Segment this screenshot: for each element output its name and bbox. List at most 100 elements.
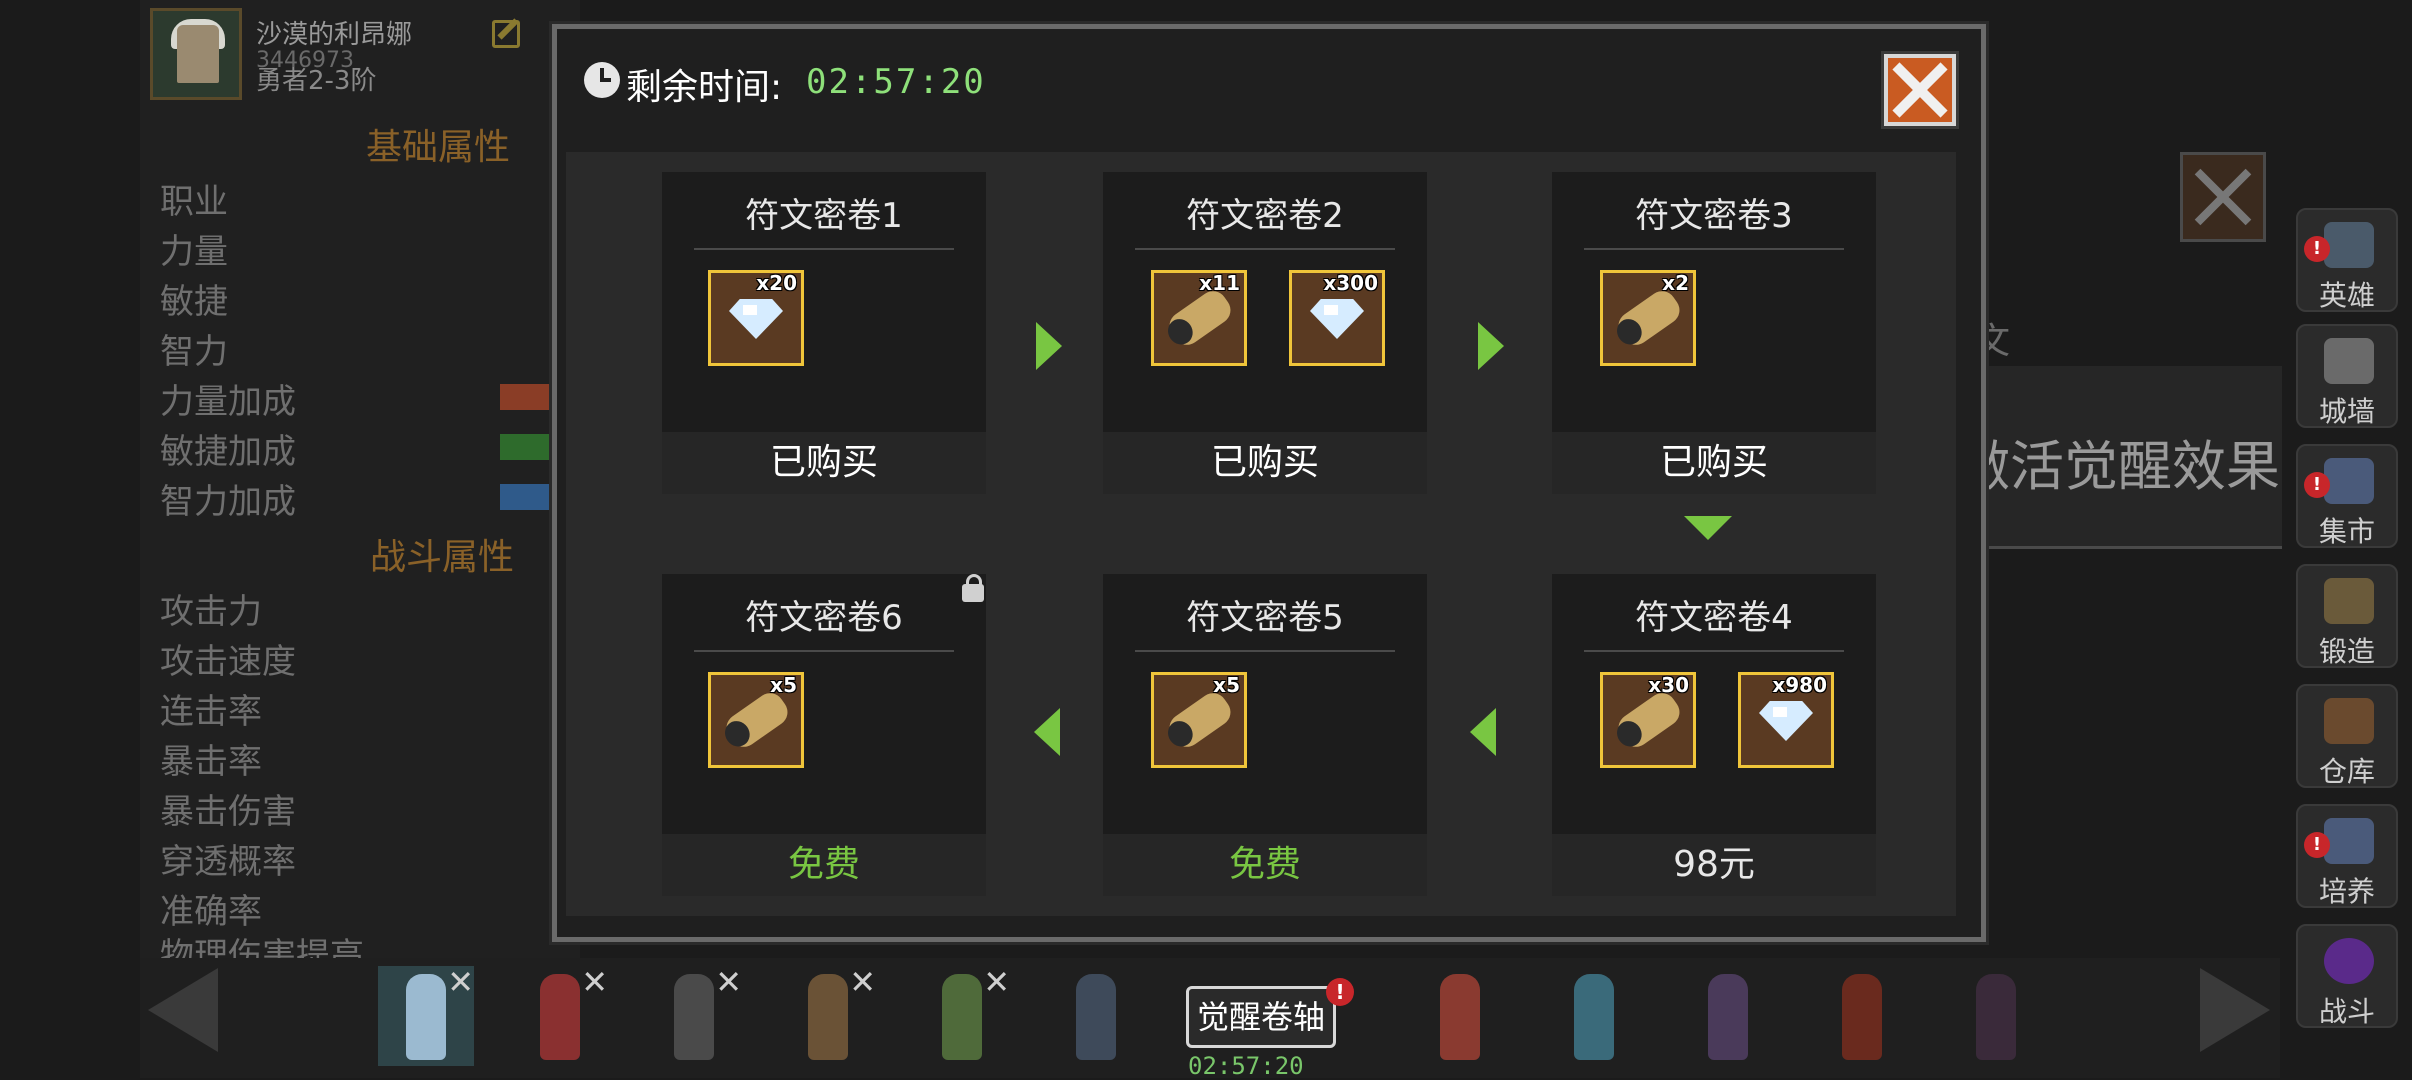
menu-label: 英雄 — [2318, 279, 2375, 312]
card-price[interactable]: 免费 — [662, 834, 986, 896]
card-status: 已购买 — [1552, 432, 1876, 494]
diamond-item[interactable]: x980 — [1738, 672, 1834, 768]
alert-badge: ! — [2304, 472, 2330, 498]
remove-hero-icon[interactable]: ✕ — [715, 966, 742, 998]
rune-scroll-card-5[interactable]: 符文密卷5 x5 免费 — [1103, 574, 1427, 896]
rune-scroll-card-2[interactable]: 符文密卷2 x11 x300 已购买 — [1103, 172, 1427, 494]
remaining-time-label: 剩余时间: — [626, 67, 783, 108]
hero-slot[interactable]: ✕ — [646, 966, 742, 1066]
diamond-item[interactable]: x300 — [1289, 270, 1385, 366]
scroll-item[interactable]: x11 — [1151, 270, 1247, 366]
diamond-item[interactable]: x20 — [708, 270, 804, 366]
scroll-item[interactable]: x5 — [1151, 672, 1247, 768]
hero-slot[interactable]: ✕ — [780, 966, 876, 1066]
hero-slot[interactable] — [1680, 966, 1776, 1066]
castle-wall-icon — [2324, 338, 2374, 384]
card-divider — [1135, 248, 1395, 250]
remove-hero-icon[interactable]: ✕ — [447, 966, 474, 998]
chevron-right-icon — [1036, 322, 1062, 370]
attr-label: 物理伤害提高 — [160, 936, 364, 958]
menu-label: 战斗 — [2318, 995, 2375, 1028]
hero-slot[interactable] — [1546, 966, 1642, 1066]
chevron-right-icon — [1478, 322, 1504, 370]
attr-label: 敏捷加成 — [160, 432, 296, 472]
next-page-arrow-icon[interactable] — [2200, 968, 2270, 1052]
prev-page-arrow-icon[interactable] — [148, 968, 218, 1052]
card-divider — [1584, 650, 1844, 652]
remaining-time-value: 02:57:20 — [806, 62, 986, 102]
item-quantity: x20 — [756, 271, 797, 295]
awaken-timer: 02:57:20 — [1188, 1052, 1304, 1080]
attr-label: 智力加成 — [160, 482, 296, 522]
combat-attributes-title: 战斗属性 — [370, 537, 515, 578]
trophy-cup-icon — [2324, 818, 2374, 864]
scroll-item[interactable]: x30 — [1600, 672, 1696, 768]
portal-vortex-icon — [2324, 938, 2374, 984]
hero-slot[interactable] — [1948, 966, 2044, 1066]
rune-scroll-card-4[interactable]: 符文密卷4 x30 x980 98元 — [1552, 574, 1876, 896]
menu-battle-button[interactable]: 战斗 — [2296, 924, 2398, 1028]
scroll-item[interactable]: x5 — [708, 672, 804, 768]
menu-market-button[interactable]: ! 集市 — [2296, 444, 2398, 548]
background-close-icon[interactable] — [2180, 152, 2266, 242]
attr-label: 力量 — [160, 232, 228, 272]
attr-label: 攻击力 — [160, 592, 262, 632]
rune-scroll-card-1[interactable]: 符文密卷1 x20 已购买 — [662, 172, 986, 494]
lock-icon — [962, 574, 984, 602]
scroll-icon — [721, 687, 793, 753]
warehouse-cart-icon — [2324, 698, 2374, 744]
card-title: 符文密卷5 — [1186, 598, 1344, 638]
chevron-left-icon — [1470, 708, 1496, 756]
attr-label: 暴击伤害 — [160, 792, 296, 832]
rune-scroll-card-6[interactable]: 符文密卷6 x5 免费 — [662, 574, 986, 896]
attr-label: 穿透概率 — [160, 842, 296, 882]
attr-label: 职业 — [160, 182, 228, 222]
attr-label: 力量加成 — [160, 382, 296, 422]
hero-name: 沙漠的利昂娜 — [256, 20, 413, 50]
remove-hero-icon[interactable]: ✕ — [581, 966, 608, 998]
scroll-item[interactable]: x2 — [1600, 270, 1696, 366]
hero-slot[interactable]: ✕ — [914, 966, 1010, 1066]
remove-hero-icon[interactable]: ✕ — [849, 966, 876, 998]
scroll-icon — [1613, 687, 1685, 753]
attr-label: 暴击率 — [160, 742, 262, 782]
scroll-icon — [1613, 285, 1685, 351]
chevron-left-icon — [1034, 708, 1060, 756]
hero-slot[interactable] — [1814, 966, 1910, 1066]
hero-helmet-icon — [2324, 222, 2374, 268]
scroll-icon — [1164, 687, 1236, 753]
card-title: 符文密卷3 — [1635, 196, 1793, 236]
edit-name-icon[interactable] — [492, 20, 520, 48]
diamond-icon — [1310, 299, 1364, 339]
hero-slot[interactable] — [1048, 966, 1144, 1066]
close-icon[interactable] — [1881, 51, 1959, 129]
basic-attributes-title: 基础属性 — [366, 127, 511, 168]
card-divider — [694, 248, 954, 250]
card-price[interactable]: 98元 — [1552, 834, 1876, 896]
remove-hero-icon[interactable]: ✕ — [983, 966, 1010, 998]
menu-warehouse-button[interactable]: 仓库 — [2296, 684, 2398, 788]
item-quantity: x5 — [1213, 673, 1240, 697]
chevron-down-icon — [1684, 516, 1732, 540]
agility-bonus-bar — [500, 434, 560, 460]
awaken-effect-banner: 激活觉醒效果 — [1986, 366, 2282, 549]
menu-hero-button[interactable]: ! 英雄 — [2296, 208, 2398, 312]
card-price[interactable]: 免费 — [1103, 834, 1427, 896]
hero-slot[interactable]: ✕ — [512, 966, 608, 1066]
item-quantity: x30 — [1648, 673, 1689, 697]
hero-slot-selected[interactable]: ✕ — [378, 966, 474, 1066]
menu-forge-button[interactable]: 锻造 — [2296, 564, 2398, 668]
awaken-scroll-button[interactable]: 觉醒卷轴 — [1186, 986, 1336, 1048]
hero-slot[interactable] — [1412, 966, 1508, 1066]
alert-badge: ! — [2304, 236, 2330, 262]
hero-avatar[interactable] — [150, 8, 242, 100]
diamond-icon — [729, 299, 783, 339]
menu-label: 锻造 — [2318, 635, 2375, 668]
attr-label: 敏捷 — [160, 282, 228, 322]
menu-train-button[interactable]: ! 培养 — [2296, 804, 2398, 908]
card-title: 符文密卷1 — [745, 196, 903, 236]
rune-scroll-card-3[interactable]: 符文密卷3 x2 已购买 — [1552, 172, 1876, 494]
menu-wall-button[interactable]: 城墙 — [2296, 324, 2398, 428]
scroll-icon — [1164, 285, 1236, 351]
attr-label: 智力 — [160, 332, 228, 372]
